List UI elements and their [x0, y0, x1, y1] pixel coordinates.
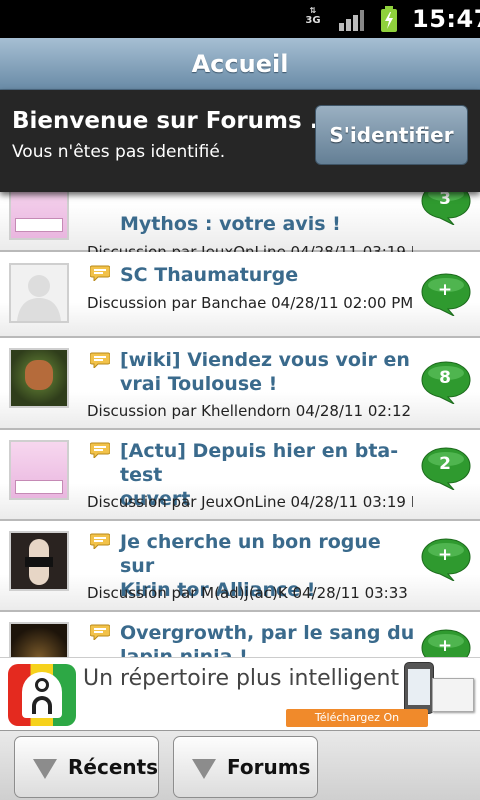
discussion-list[interactable]: Mythos : votre avis ! Discussion par Jeu…	[0, 192, 480, 657]
discussion-meta: Discussion par M(ad)j(ac)K 04/28/11 03:3…	[87, 584, 413, 602]
discussion-title: [wiki] Viendez vous voir en vrai Toulous…	[120, 349, 410, 395]
discussion-bubble-icon	[90, 352, 110, 368]
welcome-banner: Bienvenue sur Forums ... Vous n'êtes pas…	[0, 90, 480, 192]
network-3g-icon: ⇅ 3G	[305, 6, 321, 26]
contact-card-icon	[432, 678, 474, 712]
discussion-row[interactable]: Overgrowth, par le sang du lapin ninja !…	[0, 612, 480, 657]
ad-logo	[8, 664, 76, 726]
dropdown-arrow-icon	[192, 759, 216, 779]
signal-icon	[339, 10, 364, 31]
overgrowth-avatar	[9, 622, 69, 657]
dropdown-arrow-icon	[33, 759, 57, 779]
page-title: Accueil	[191, 50, 289, 78]
default-user-avatar	[9, 263, 69, 323]
battery-charging-icon	[381, 6, 397, 32]
ad-text: Un répertoire plus intelligent	[83, 666, 400, 691]
forums-label: Forums	[227, 755, 311, 779]
bottom-bar: Récents Forums	[0, 730, 480, 800]
welcome-title: Bienvenue sur Forums ...	[12, 108, 336, 134]
title-bar: Accueil	[0, 38, 480, 90]
discussion-row[interactable]: Je cherche un bon rogue sur Kirin tor Al…	[0, 521, 480, 612]
jeuxonline-avatar	[9, 192, 69, 240]
reply-count-badge[interactable]: +	[420, 272, 472, 316]
discussion-title: SC Thaumaturge	[120, 264, 299, 286]
discussion-meta: Discussion par Khellendorn 04/28/11 02:1…	[87, 402, 412, 420]
reply-count-badge[interactable]: 2	[420, 446, 472, 490]
app-screen: ⇅ 3G 15:47 Accueil Bienvenue sur Forums …	[0, 0, 480, 800]
discussion-title: Mythos : votre avis !	[120, 213, 341, 235]
discussion-row[interactable]: SC Thaumaturge Discussion par Banchae 04…	[0, 252, 480, 338]
welcome-subtitle: Vous n'êtes pas identifié.	[12, 142, 226, 162]
clock: 15:47	[412, 5, 480, 33]
madjack-avatar	[9, 531, 69, 591]
discussion-bubble-icon	[90, 442, 110, 458]
ad-download-button[interactable]: Téléchargez On maintenant	[286, 709, 428, 742]
discussion-bubble-icon	[90, 533, 110, 549]
reply-count-badge[interactable]: 8	[420, 360, 472, 404]
discussion-meta: Discussion par JeuxOnLine 04/28/11 03:19…	[87, 493, 413, 511]
discussion-bubble-icon	[90, 265, 110, 281]
khellendorn-avatar	[9, 348, 69, 408]
discussion-title: Overgrowth, par le sang du lapin ninja !	[120, 622, 415, 657]
recents-button[interactable]: Récents	[14, 736, 159, 798]
ad-banner[interactable]: Un répertoire plus intelligent Télécharg…	[0, 657, 480, 742]
forums-button[interactable]: Forums	[173, 736, 318, 798]
phone-icon	[404, 662, 434, 714]
discussion-row[interactable]: [Actu] Depuis hier en bta-test ouvert Di…	[0, 430, 480, 521]
reply-count-badge[interactable]: +	[420, 628, 472, 657]
discussion-bubble-icon	[90, 624, 110, 640]
status-bar: ⇅ 3G 15:47	[0, 0, 480, 38]
reply-count-badge[interactable]: +	[420, 537, 472, 581]
discussion-row[interactable]: [wiki] Viendez vous voir en vrai Toulous…	[0, 338, 480, 430]
login-button[interactable]: S'identifier	[315, 105, 468, 165]
recents-label: Récents	[68, 755, 159, 779]
jeuxonline-avatar	[9, 440, 69, 500]
discussion-row[interactable]: Mythos : votre avis ! Discussion par Jeu…	[0, 192, 480, 261]
discussion-meta: Discussion par Banchae 04/28/11 02:00 PM	[87, 294, 413, 312]
reply-count-badge[interactable]: 3	[420, 192, 472, 225]
